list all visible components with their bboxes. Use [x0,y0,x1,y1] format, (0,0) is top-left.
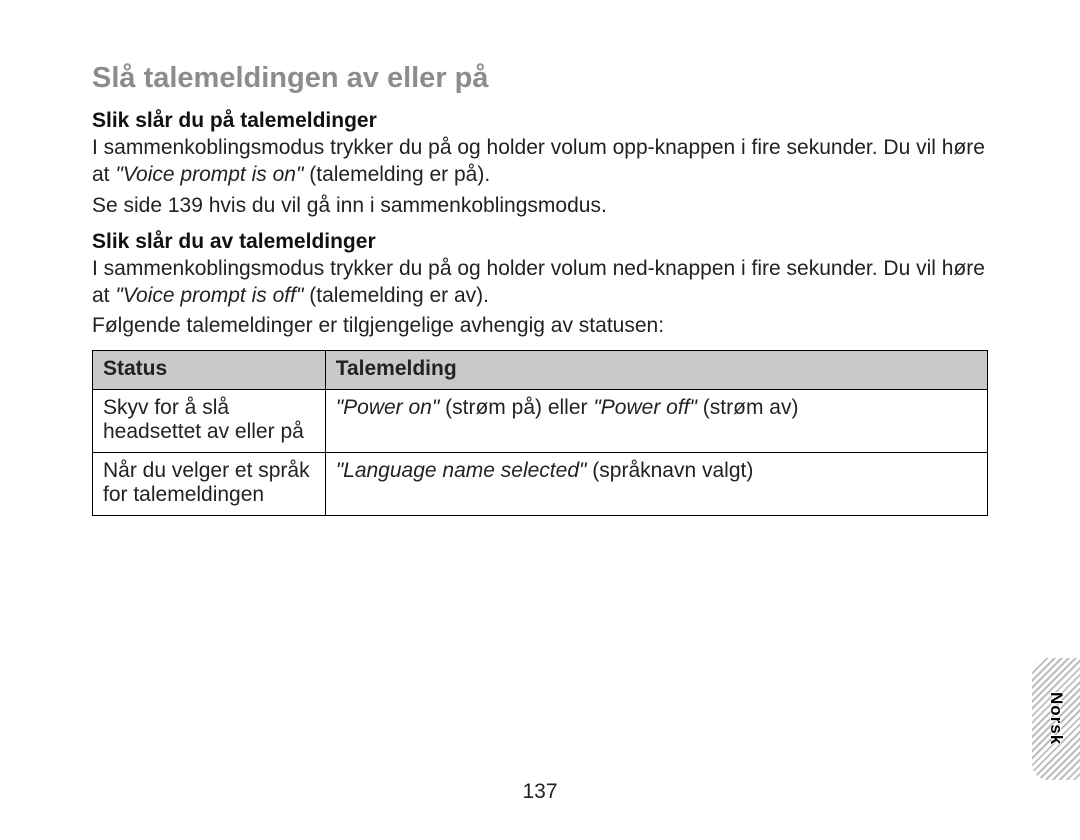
cell-message: "Power on" (strøm på) eller "Power off" … [325,390,987,453]
subheading-on: Slik slår du på talemeldinger [92,109,988,133]
text: (strøm på) eller [439,396,593,419]
language-tab-label: Norsk [1046,692,1066,745]
voice-prompt-text: "Language name selected" [336,459,587,482]
paragraph-on-2: Se side 139 hvis du vil gå inn i sammenk… [92,193,988,220]
section-title: Slå talemeldingen av eller på [92,62,988,95]
paragraph-off-2: Følgende talemeldinger er tilgjengelige … [92,313,988,340]
manual-page: Slå talemeldingen av eller på Slik slår … [0,0,1080,840]
text: (språknavn valgt) [586,459,753,482]
voice-prompt-table: Status Talemelding Skyv for å slå headse… [92,350,988,516]
quoted-voice-on: "Voice prompt is on" [115,163,303,186]
cell-status: Skyv for å slå headsettet av eller på [93,390,326,453]
voice-prompt-text: "Power off" [593,396,697,419]
col-header-status: Status [93,351,326,390]
subheading-off: Slik slår du av talemeldinger [92,230,988,254]
table-row: Når du velger et språk for talemeldingen… [93,453,988,516]
table-header-row: Status Talemelding [93,351,988,390]
table-row: Skyv for å slå headsettet av eller på "P… [93,390,988,453]
text: (talemelding er av). [303,284,489,307]
col-header-message: Talemelding [325,351,987,390]
language-tab: Norsk [1032,658,1080,780]
text: (strøm av) [697,396,798,419]
page-number: 137 [0,780,1080,804]
paragraph-on-1: I sammenkoblingsmodus trykker du på og h… [92,135,988,189]
cell-message: "Language name selected" (språknavn valg… [325,453,987,516]
quoted-voice-off: "Voice prompt is off" [115,284,303,307]
voice-prompt-text: "Power on" [336,396,440,419]
paragraph-off-1: I sammenkoblingsmodus trykker du på og h… [92,256,988,310]
text: (talemelding er på). [303,163,490,186]
cell-status: Når du velger et språk for talemeldingen [93,453,326,516]
